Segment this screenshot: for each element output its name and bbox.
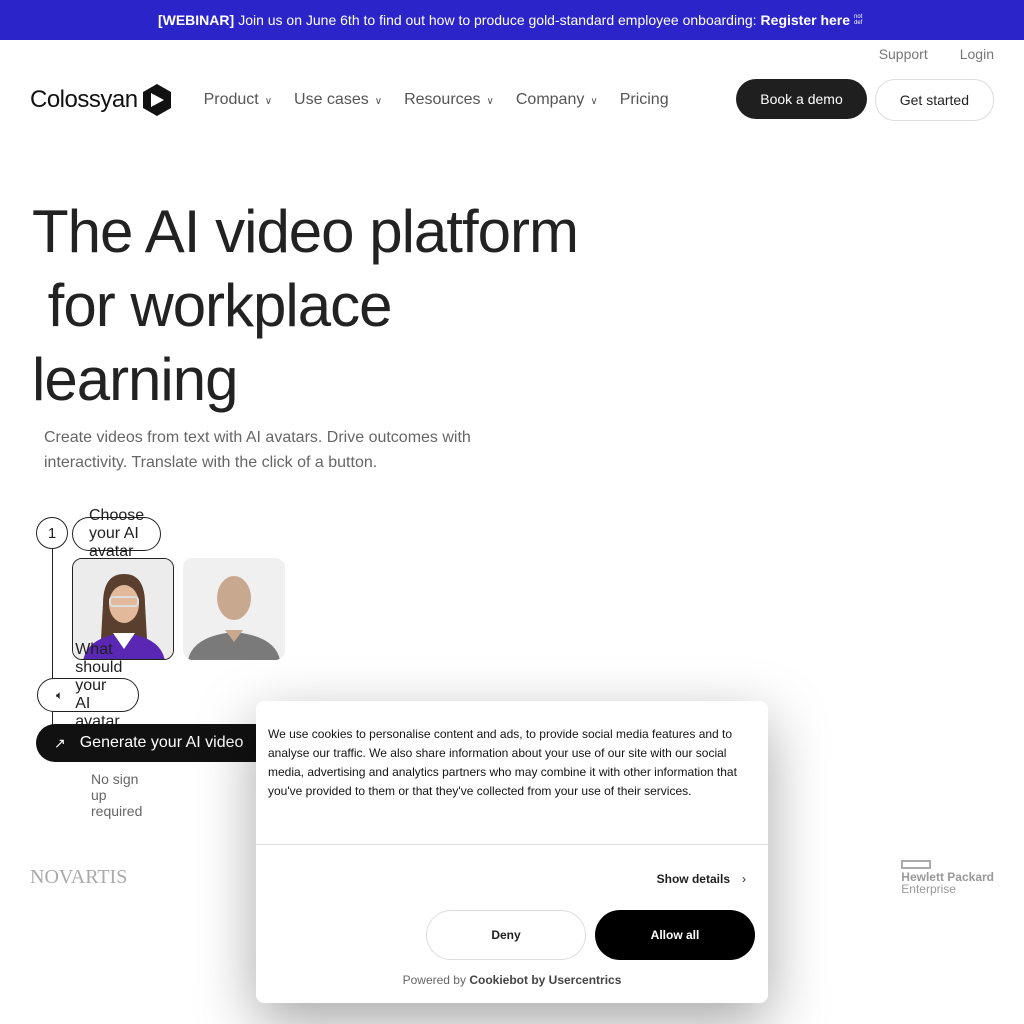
step-number: 1 <box>36 517 68 549</box>
allow-all-button[interactable]: Allow all <box>595 910 755 960</box>
no-signup-note: No sign up required <box>91 771 143 819</box>
book-demo-button[interactable]: Book a demo <box>736 79 867 119</box>
cookie-text: We use cookies to personalise content an… <box>268 727 737 798</box>
generate-video-button[interactable]: ↗ Generate your AI video <box>36 724 276 762</box>
page-title: The AI video platform for workplace learn… <box>32 198 579 413</box>
logo[interactable]: Colossyan <box>30 83 172 117</box>
webinar-banner[interactable]: [WEBINAR] Join us on June 6th to find ou… <box>0 0 1024 40</box>
avatar-man[interactable] <box>183 558 285 660</box>
nav-product[interactable]: Product ∨ <box>204 91 272 109</box>
register-link[interactable]: Register here <box>761 12 850 28</box>
logo-hpe: Hewlett Packard Enterprise <box>901 860 994 895</box>
chevron-down-icon: ∨ <box>486 96 494 107</box>
brand-name: Colossyan <box>30 86 138 113</box>
powered-by[interactable]: Powered by Cookiebot by Usercentrics <box>256 973 768 987</box>
divider <box>256 844 768 845</box>
banner-sup: not def <box>854 14 863 26</box>
login-link[interactable]: Login <box>960 46 994 62</box>
cookie-dialog: We use cookies to personalise content an… <box>256 701 768 1003</box>
nav-pricing[interactable]: Pricing <box>620 91 669 109</box>
deny-button[interactable]: Deny <box>426 910 586 960</box>
chevron-right-icon: › <box>742 872 746 886</box>
speaker-icon: 🔈︎ <box>56 687 64 702</box>
main-nav: Colossyan Product ∨ Use cases ∨ Resources ∨… <box>30 79 994 121</box>
hero-subtitle: Create videos from text with AI avatars.… <box>44 429 471 471</box>
nav-use-cases[interactable]: Use cases ∨ <box>294 91 382 109</box>
banner-text: Join us on June 6th to find out how to p… <box>238 12 757 28</box>
logo-icon <box>142 84 171 116</box>
choose-avatar-pill: Choose your AI avatar <box>72 507 162 560</box>
chevron-down-icon: ∨ <box>590 96 598 107</box>
external-link-icon: ↗ <box>54 734 66 751</box>
show-details-button[interactable]: Show details › <box>657 872 746 886</box>
get-started-button[interactable]: Get started <box>874 79 994 121</box>
support-link[interactable]: Support <box>879 46 928 62</box>
nav-resources[interactable]: Resources ∨ <box>404 91 494 109</box>
chevron-down-icon: ∨ <box>264 96 273 107</box>
nav-company[interactable]: Company ∨ <box>516 91 598 109</box>
chevron-down-icon: ∨ <box>374 96 383 107</box>
banner-tag: [WEBINAR] <box>157 12 235 28</box>
logo-novartis: NOVARTIS <box>30 866 128 888</box>
avatar-script-input[interactable]: 🔈︎ What should your AI avatar say? <box>37 641 140 748</box>
